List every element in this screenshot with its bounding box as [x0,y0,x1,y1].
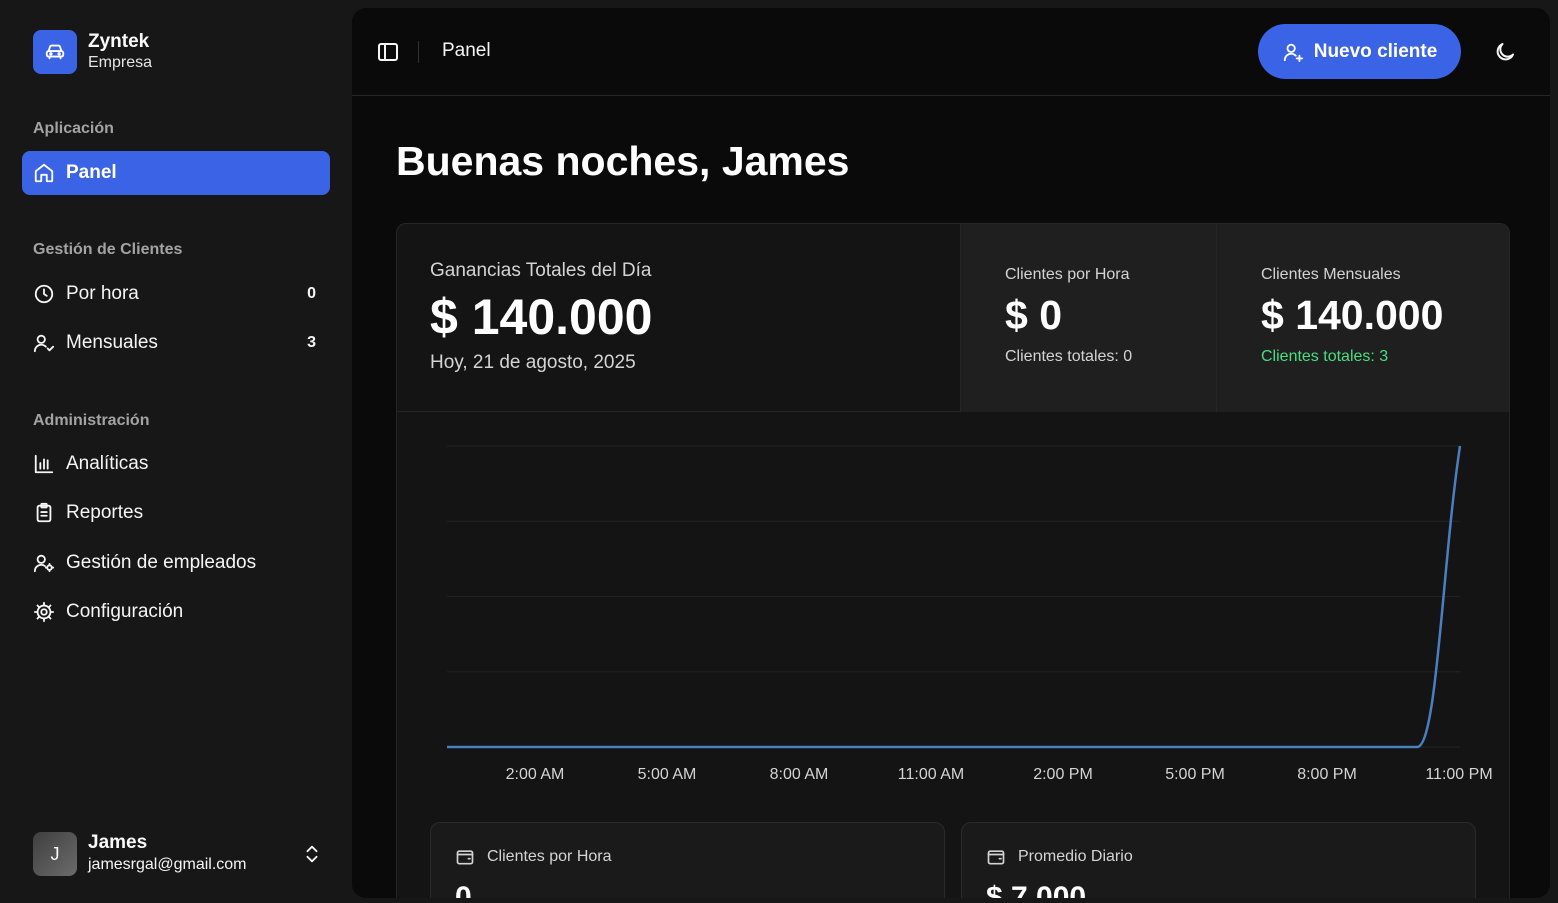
new-client-button[interactable]: Nuevo cliente [1258,24,1461,79]
sidebar-item-por-hora[interactable]: Por hora 0 [22,272,330,316]
x-tick-label: 2:00 AM [506,766,565,783]
user-plus-icon [1283,43,1303,62]
user-menu[interactable]: J James jamesrgal@gmail.com [33,832,323,876]
section-label-aplicacion: Aplicación [33,120,114,137]
sidebar-item-mensuales[interactable]: Mensuales 3 [22,321,330,365]
stat-value: $ 140.000 [430,289,653,345]
sidebar: Zyntek Empresa Aplicación Panel Gestión … [0,0,352,903]
sidebar-item-label: Reportes [66,502,144,523]
avatar: J [33,832,77,876]
section-label-administracion: Administración [33,412,150,429]
chevrons-up-down-icon [306,845,318,863]
brand[interactable]: Zyntek Empresa [33,30,152,74]
stat-monthly-clients[interactable]: Clientes Mensuales $ 140.000 Clientes to… [1216,224,1509,412]
stat-label: Ganancias Totales del Día [430,260,652,281]
section-label-gestion-clientes: Gestión de Clientes [33,241,183,258]
x-tick-label: 5:00 AM [638,766,697,783]
card-promedio-diario: Promedio Diario $ 7.000 [961,822,1476,898]
sidebar-item-label: Mensuales [66,332,158,353]
x-tick-label: 11:00 AM [898,766,964,783]
sidebar-item-reportes[interactable]: Reportes [22,491,330,535]
clock-icon [34,284,54,304]
brand-name: Zyntek [88,31,150,52]
user-email: jamesrgal@gmail.com [88,856,247,873]
bar-chart-icon [34,454,54,474]
moon-icon[interactable] [1493,40,1517,64]
earnings-chart: 2:00 AM 5:00 AM 8:00 AM 11:00 AM 2:00 PM 5:00… [397,412,1509,812]
stat-sub: Clientes totales: 0 [1005,348,1133,365]
stat-date: Hoy, 21 de agosto, 2025 [430,352,636,373]
sidebar-item-label: Configuración [66,601,184,622]
x-tick-label: 5:00 PM [1165,766,1225,783]
user-check-icon [33,334,55,353]
page-title: Panel [442,40,491,61]
user-cog-icon [33,554,55,573]
x-tick-label: 11:00 PM [1425,766,1492,783]
sidebar-item-analiticas[interactable]: Analíticas [22,442,330,486]
stat-total-earnings: Ganancias Totales del Día $ 140.000 Hoy,… [397,224,960,412]
x-tick-label: 8:00 AM [770,766,829,783]
count-badge: 3 [307,334,316,351]
card-value: 0 [455,881,472,898]
sidebar-item-panel[interactable]: Panel [22,151,330,195]
home-icon [34,163,54,183]
sidebar-item-gestion-empleados[interactable]: Gestión de empleados [22,541,330,585]
topbar: Panel Nuevo cliente [352,8,1550,96]
chart-svg: 2:00 AM 5:00 AM 8:00 AM 11:00 AM 2:00 PM 5:00… [447,445,1493,783]
stat-label: Clientes por Hora [1005,266,1130,283]
sidebar-toggle-icon[interactable] [376,40,400,64]
new-client-label: Nuevo cliente [1313,40,1438,62]
main-content: Panel Nuevo cliente Buenas noches, James… [352,8,1550,898]
gear-icon [33,601,55,623]
card-label: Clientes por Hora [487,848,612,865]
sidebar-item-label: Gestión de empleados [66,552,257,573]
card-label: Promedio Diario [1018,848,1133,865]
sidebar-item-label: Por hora [66,283,139,304]
wallet-icon [987,850,1005,865]
card-value: $ 7.000 [986,881,1087,898]
card-clientes-por-hora: Clientes por Hora 0 [430,822,945,898]
brand-subtitle: Empresa [88,54,153,71]
x-tick-label: 2:00 PM [1033,766,1093,783]
sidebar-item-configuracion[interactable]: Configuración [22,590,330,634]
car-icon [33,30,77,74]
stats-row: Ganancias Totales del Día $ 140.000 Hoy,… [397,224,1509,412]
count-badge: 0 [307,285,316,302]
stats-card: Ganancias Totales del Día $ 140.000 Hoy,… [396,223,1510,898]
greeting-heading: Buenas noches, James [396,138,850,184]
stat-value: $ 0 [1005,292,1062,338]
stat-label: Clientes Mensuales [1261,266,1401,283]
divider [418,41,419,63]
stat-sub: Clientes totales: 3 [1261,348,1389,365]
x-tick-label: 8:00 PM [1297,766,1357,783]
user-name: James [88,832,148,853]
sidebar-item-label: Analíticas [66,453,149,474]
clipboard-icon [36,502,52,523]
stat-value: $ 140.000 [1261,292,1444,338]
wallet-icon [456,850,474,865]
sidebar-item-label: Panel [66,162,117,183]
stat-hourly-clients[interactable]: Clientes por Hora $ 0 Clientes totales: … [960,224,1216,412]
